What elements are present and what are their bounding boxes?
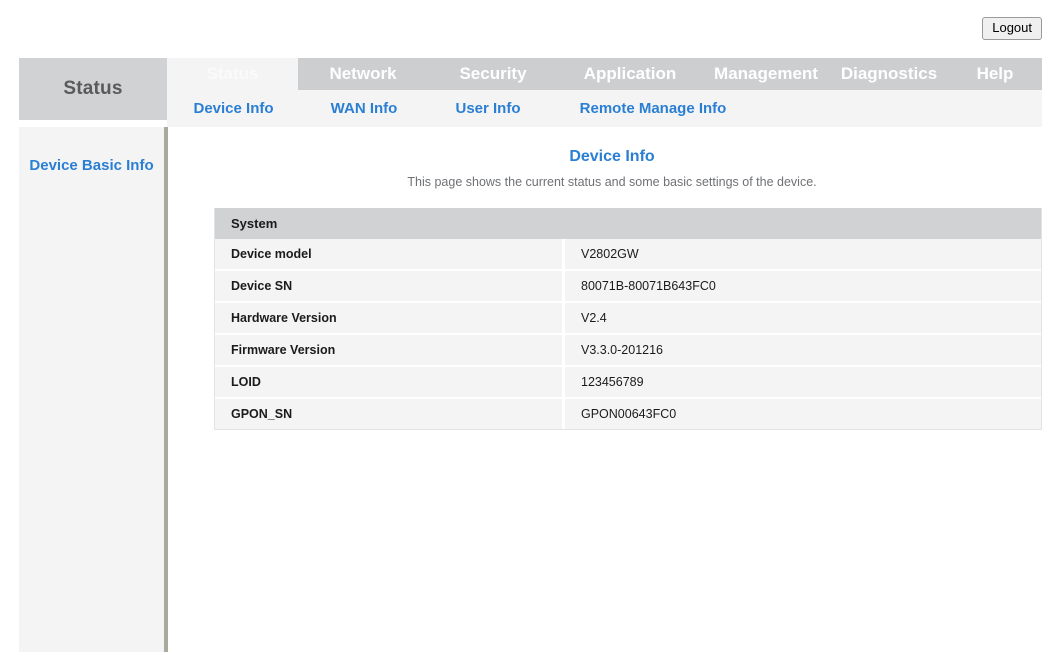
sidebar: Device Basic Info: [19, 127, 168, 652]
top-bar: Logout: [0, 0, 1051, 58]
table-body: Device modelV2802GWDevice SN80071B-80071…: [215, 239, 1041, 429]
mainnav-item-security[interactable]: Security: [428, 58, 558, 90]
mainnav-item-network[interactable]: Network: [298, 58, 428, 90]
mainnav-item-status[interactable]: Status: [167, 58, 298, 90]
table-cell-value: V2.4: [565, 303, 1041, 335]
table-cell-value: 123456789: [565, 367, 1041, 399]
table-cell-value: V2802GW: [565, 239, 1041, 271]
table-cell-value: 80071B-80071B643FC0: [565, 271, 1041, 303]
table-row: Device modelV2802GW: [215, 239, 1041, 271]
logout-button[interactable]: Logout: [982, 17, 1042, 40]
sidebar-item-device-basic-info[interactable]: Device Basic Info: [19, 127, 164, 174]
table-cell-key: GPON_SN: [215, 399, 565, 429]
table-row: GPON_SNGPON00643FC0: [215, 399, 1041, 429]
table-row: LOID123456789: [215, 367, 1041, 399]
content-panel: Device Info This page shows the current …: [173, 127, 1051, 652]
table-head: System: [215, 208, 1041, 239]
mainnav-item-diagnostics[interactable]: Diagnostics: [830, 58, 948, 90]
mainnav-item-help[interactable]: Help: [948, 58, 1042, 90]
table-section-header-row: System: [215, 208, 1041, 239]
page-subtitle: This page shows the current status and s…: [173, 166, 1051, 189]
subnav-item-remote-manage-info[interactable]: Remote Manage Info: [548, 90, 758, 127]
table-cell-key: Device model: [215, 239, 565, 271]
mainnav-item-application[interactable]: Application: [558, 58, 702, 90]
table-row: Hardware VersionV2.4: [215, 303, 1041, 335]
table-row: Firmware VersionV3.3.0-201216: [215, 335, 1041, 367]
page-title: Device Info: [173, 127, 1051, 166]
subnav-item-wan-info[interactable]: WAN Info: [300, 90, 428, 127]
table-cell-key: LOID: [215, 367, 565, 399]
navigation-region: Status StatusNetworkSecurityApplicationM…: [0, 58, 1051, 127]
table-row: Device SN80071B-80071B643FC0: [215, 271, 1041, 303]
table-cell-key: Device SN: [215, 271, 565, 303]
sub-nav-bar: Device InfoWAN InfoUser InfoRemote Manag…: [167, 90, 1042, 127]
section-title-label: Status: [63, 78, 122, 100]
section-title-box: Status: [19, 58, 167, 120]
table-cell-value: V3.3.0-201216: [565, 335, 1041, 367]
table-cell-key: Hardware Version: [215, 303, 565, 335]
mainnav-item-management[interactable]: Management: [702, 58, 830, 90]
table-cell-value: GPON00643FC0: [565, 399, 1041, 429]
subnav-item-user-info[interactable]: User Info: [428, 90, 548, 127]
subnav-item-device-info[interactable]: Device Info: [167, 90, 300, 127]
device-info-table: System Device modelV2802GWDevice SN80071…: [214, 208, 1042, 430]
table-section-header: System: [215, 208, 1041, 239]
main-nav-bar: StatusNetworkSecurityApplicationManageme…: [167, 58, 1042, 90]
body-region: Device Basic Info Device Info This page …: [0, 127, 1051, 652]
table-cell-key: Firmware Version: [215, 335, 565, 367]
